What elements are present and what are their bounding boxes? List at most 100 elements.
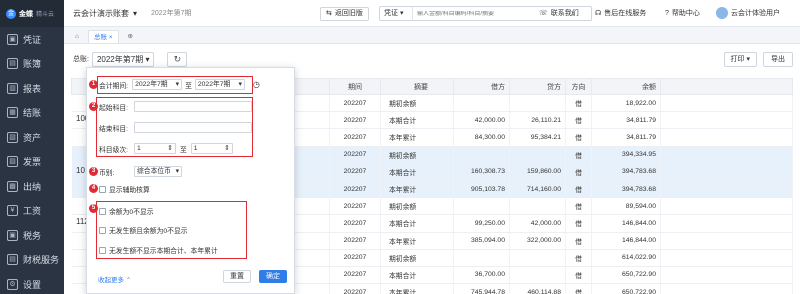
cell-debit [453,249,510,267]
annotation-box [96,201,247,259]
chevron-down-icon: ▾ [175,168,179,175]
chevron-down-icon: ▾ [145,54,150,64]
cell-debit: 99,250.00 [453,214,510,233]
cell-bal: 394,783.68 [591,163,661,181]
cell-empty [660,146,793,164]
cell-bal: 650,722.90 [591,266,661,285]
cell-credit: 159,860.00 [509,163,566,181]
sidebar-item[interactable]: ▦ 结账 [0,101,64,126]
sidebar-item[interactable]: ⚙ 设置 [0,272,64,294]
cell-credit [509,94,566,113]
after-sales-label: 售后在线服务 [604,10,647,17]
cell-abs: 本期合计 [380,111,454,130]
cell-bal: 394,783.68 [591,180,661,199]
tab-bar: ⌂ 总账 × ⊕ [64,27,800,44]
invoice-icon: ▨ [7,156,18,168]
cell-period: 202207 [329,214,381,233]
app-logo[interactable]: 金 金蝶 精斗云 [0,0,64,27]
refresh-button[interactable]: ↻ [167,51,188,67]
back-to-old-version-button[interactable]: ⇆ 返回旧版 [320,7,369,21]
confirm-button[interactable]: 确定 [259,270,287,283]
annotation-box [96,97,253,157]
column-header: 余额 [591,78,661,95]
sidebar-item[interactable]: ▤ 账簿 [0,52,64,77]
aux-option-row[interactable]: 显示辅助核算 [99,184,150,194]
cell-empty [660,128,793,147]
asset-icon: ▧ [7,131,18,143]
cell-empty [660,266,793,285]
cell-bal: 394,334.95 [591,146,661,164]
search-type-select[interactable]: 凭证 ▾ [380,7,413,20]
clock-icon[interactable]: ◷ [253,80,260,89]
export-button[interactable]: 导出 [763,52,793,67]
annotation-badge: 5 [89,204,98,213]
current-period: 2022年第7期 [151,10,192,17]
cell-dir: 借 [565,111,592,130]
cell-abs: 本年累计 [380,128,454,147]
cell-dir: 借 [565,128,592,147]
cell-empty [660,232,793,250]
sidebar-item-label: 账簿 [23,59,42,70]
sidebar-item[interactable]: ▤ 财税服务 [0,248,64,273]
add-tab-button[interactable]: ⊕ [123,30,138,43]
column-header: 期间 [329,78,381,95]
user-menu[interactable]: 云会计体验用户 [716,7,780,19]
cell-bal: 650,722.90 [591,283,661,294]
cell-empty [660,180,793,199]
tab-general-ledger[interactable]: 总账 × [87,30,119,43]
cell-bal: 34,811.79 [591,111,661,130]
cell-credit: 714,160.00 [509,180,566,199]
sidebar-item-label: 税务 [23,230,42,241]
contact-us-link[interactable]: ☏ 联系我们 [539,8,579,18]
reset-button[interactable]: 重置 [223,270,251,283]
sidebar-item[interactable]: ▣ 税务 [0,223,64,248]
cell-dir: 借 [565,146,592,164]
column-header: 摘要 [380,78,454,95]
column-header: 借方 [453,78,510,95]
sidebar-item-label: 财税服务 [23,255,60,266]
after-sales-link[interactable]: ☊ 售后在线服务 [595,8,646,18]
cell-period: 202207 [329,197,381,216]
headset-icon: ☊ [595,10,602,17]
collapse-more-link[interactable]: 收起更多 ⌃ [98,274,131,284]
column-header: 贷方 [509,78,566,95]
sidebar-item[interactable]: ▥ 报表 [0,76,64,101]
sidebar-item[interactable]: ▨ 发票 [0,150,64,175]
cell-debit: 385,094.00 [453,232,510,250]
sidebar-item[interactable]: ▧ 资产 [0,125,64,150]
cell-credit [509,266,566,285]
contact-us-label: 联系我们 [550,10,579,17]
annotation-badge: 3 [89,167,98,176]
voucher-icon: ▣ [7,33,18,45]
cell-debit [453,146,510,164]
print-button[interactable]: 打印 ▾ [723,52,757,67]
cell-period: 202207 [329,146,381,164]
cell-abs: 本年累计 [380,180,454,199]
cell-empty [660,214,793,233]
cell-period: 202207 [329,128,381,147]
company-name: 云会计演示账套 [73,8,129,18]
sidebar-item[interactable]: ¥ 工资 [0,199,64,224]
period-filter-button[interactable]: 2022年第7期 ▾ [91,51,155,67]
tab-home[interactable]: ⌂ [70,30,84,43]
phone-icon: ☏ [539,10,548,17]
currency-select[interactable]: 综合本位币 ▾ [134,166,182,177]
company-selector[interactable]: 云会计演示账套 ▾ [73,8,137,19]
cell-debit: 160,308.73 [453,163,510,181]
currency-label: 币别: [99,169,115,177]
cell-debit: 745,944.78 [453,283,510,294]
cell-credit: 95,384.21 [509,128,566,147]
logo-text: 金蝶 [19,10,33,18]
annotation-badge: 4 [89,184,98,193]
cell-period: 202207 [329,111,381,130]
cell-abs: 期初余额 [380,249,454,267]
annotation-badge: 2 [89,102,98,111]
sidebar-item[interactable]: ▩ 出纳 [0,174,64,199]
sidebar-item[interactable]: ▣ 凭证 [0,27,64,52]
aux-checkbox[interactable] [99,185,106,193]
aux-option-label: 显示辅助核算 [109,187,150,194]
help-center-link[interactable]: ? 帮助中心 [665,8,700,18]
sidebar-item-label: 结账 [23,108,42,119]
cell-dir: 借 [565,94,592,113]
currency-value: 综合本位币 [137,168,171,175]
